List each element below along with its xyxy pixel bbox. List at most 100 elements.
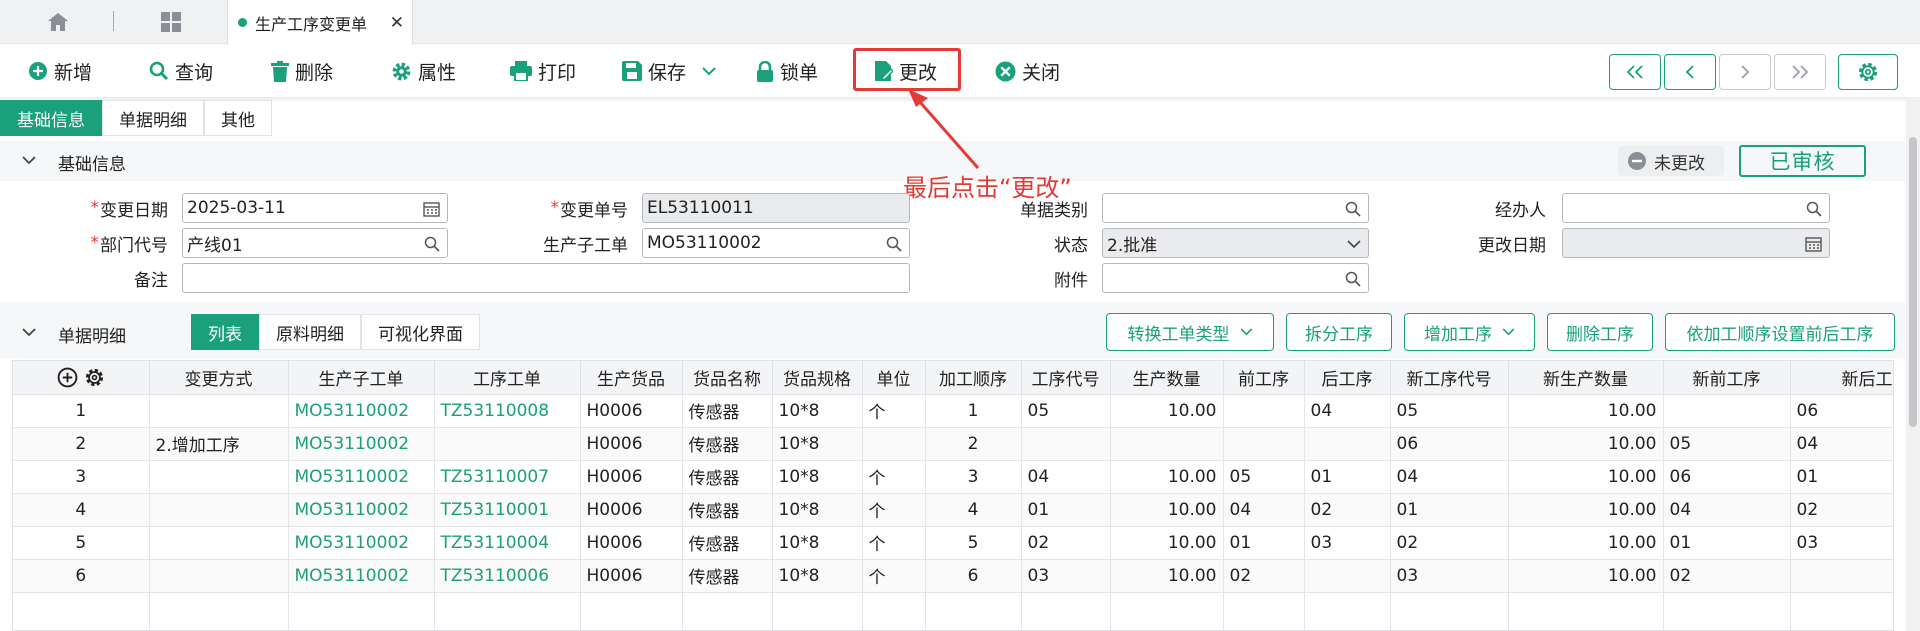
column-header[interactable]: 生产货品	[580, 361, 683, 395]
handler-field[interactable]	[1562, 193, 1830, 223]
cell-no: 5	[13, 526, 150, 560]
column-header[interactable]: 新前工序	[1663, 361, 1791, 395]
cell-proc-order[interactable]: TZ53110001	[434, 493, 581, 527]
cell-proc-order[interactable]: TZ53110007	[434, 460, 581, 494]
column-header[interactable]: 工序工单	[434, 361, 581, 395]
remark-field[interactable]	[182, 263, 910, 293]
add-button[interactable]: 新增	[28, 55, 92, 87]
dept-code-field[interactable]: 产线01	[182, 228, 448, 258]
print-button[interactable]: 打印	[510, 55, 576, 87]
split-process-button[interactable]: 拆分工序	[1286, 313, 1392, 351]
column-header[interactable]: 货品规格	[772, 361, 863, 395]
sub-order-field[interactable]: MO53110002	[642, 228, 910, 258]
table-row[interactable]: 4 MO53110002 TZ53110001 H0006 传感器 10*8 个 4 01 10.…	[13, 493, 1893, 527]
close-tab-icon[interactable]: ✕	[390, 13, 404, 33]
cell-name: 传感器	[682, 526, 773, 560]
first-record-button[interactable]	[1609, 54, 1661, 90]
cell-sub-order[interactable]: MO53110002	[288, 526, 435, 560]
cell-new-next: 06	[1790, 394, 1893, 428]
attachment-field[interactable]	[1102, 263, 1369, 293]
cell-sub-order[interactable]: MO53110002	[288, 559, 435, 593]
trash-icon	[271, 60, 289, 82]
settings-button[interactable]	[1838, 54, 1898, 90]
delete-process-button[interactable]: 删除工序	[1547, 313, 1653, 351]
cell-mode	[149, 559, 289, 593]
column-header[interactable]: 生产子工单	[288, 361, 435, 395]
apps-button[interactable]	[143, 6, 199, 38]
column-header[interactable]: 前工序	[1223, 361, 1305, 395]
cell-sub-order[interactable]: MO53110002	[288, 427, 435, 461]
change-no-field[interactable]: EL53110011	[642, 193, 910, 223]
search-icon[interactable]	[1806, 201, 1822, 217]
search-icon[interactable]	[1345, 201, 1361, 217]
column-settings-icon[interactable]	[84, 367, 105, 388]
lock-button[interactable]: 锁单	[756, 55, 818, 87]
last-record-button[interactable]	[1774, 54, 1826, 90]
search-icon[interactable]	[886, 236, 902, 252]
tab-visual[interactable]: 可视化界面	[361, 314, 480, 350]
handler-label: 经办人	[1495, 200, 1546, 221]
table-row[interactable]: 1 MO53110002 TZ53110008 H0006 传感器 10*8 个 1 05 10.…	[13, 394, 1893, 428]
column-header[interactable]: 后工序	[1304, 361, 1391, 395]
document-tab[interactable]: 生产工序变更单 ✕	[227, 0, 413, 45]
change-date-field[interactable]: 2025-03-11	[182, 193, 448, 223]
calendar-icon[interactable]	[423, 201, 440, 217]
prev-record-button[interactable]	[1664, 54, 1716, 90]
status-select[interactable]: 2.批准	[1102, 228, 1369, 258]
column-header[interactable]: 货品名称	[682, 361, 773, 395]
tab-list[interactable]: 列表	[191, 314, 259, 350]
tab-other[interactable]: 其他	[204, 100, 272, 136]
cell-spec: 10*8	[772, 493, 863, 527]
column-header[interactable]: 变更方式	[149, 361, 289, 395]
cell-sub-order[interactable]: MO53110002	[288, 394, 435, 428]
table-row[interactable]: 5 MO53110002 TZ53110004 H0006 传感器 10*8 个 5 02 10.…	[13, 526, 1893, 560]
cell-qty: 10.00	[1110, 526, 1224, 560]
table-row[interactable]: 3 MO53110002 TZ53110007 H0006 传感器 10*8 个 3 04 10.…	[13, 460, 1893, 494]
column-header[interactable]: 新后工	[1790, 361, 1893, 395]
column-header[interactable]: 加工顺序	[925, 361, 1022, 395]
cell-proc-order[interactable]	[434, 427, 581, 461]
table-row[interactable]: 6 MO53110002 TZ53110006 H0006 传感器 10*8 个 6 03 10.…	[13, 559, 1893, 593]
add-row-icon[interactable]	[57, 367, 78, 388]
chevron-down-icon[interactable]	[22, 156, 36, 165]
cell-sub-order[interactable]: MO53110002	[288, 493, 435, 527]
next-record-button[interactable]	[1719, 54, 1771, 90]
cell-proc-order[interactable]: TZ53110006	[434, 559, 581, 593]
modify-date-field[interactable]	[1562, 228, 1830, 258]
add-process-button[interactable]: 增加工序	[1404, 313, 1535, 351]
column-header[interactable]: 单位	[862, 361, 926, 395]
column-header[interactable]: 生产数量	[1110, 361, 1224, 395]
tab-document-detail[interactable]: 单据明细	[102, 100, 204, 136]
save-button[interactable]: 保存	[622, 55, 716, 87]
dept-code-label: * 部门代号	[90, 233, 169, 256]
page-scrollbar[interactable]	[1906, 97, 1920, 631]
close-button[interactable]: 关闭	[995, 55, 1060, 87]
save-label: 保存	[648, 61, 687, 84]
column-header[interactable]: 新工序代号	[1390, 361, 1509, 395]
scrollbar-thumb[interactable]	[1909, 137, 1917, 427]
doc-type-field[interactable]	[1102, 193, 1369, 223]
cell-proc-order[interactable]: TZ53110004	[434, 526, 581, 560]
column-header[interactable]: 新生产数量	[1508, 361, 1664, 395]
delete-button[interactable]: 删除	[271, 55, 333, 87]
tab-material-detail[interactable]: 原料明细	[259, 314, 361, 350]
cell-new-code: 03	[1390, 559, 1509, 593]
tab-separator	[113, 11, 114, 31]
search-icon[interactable]	[1345, 271, 1361, 287]
chevron-down-icon[interactable]	[1347, 240, 1361, 249]
cell-proc-order[interactable]: TZ53110008	[434, 394, 581, 428]
convert-order-type-button[interactable]: 转换工单类型	[1106, 313, 1274, 351]
cell-sub-order[interactable]: MO53110002	[288, 460, 435, 494]
tab-basic-info[interactable]: 基础信息	[0, 100, 102, 136]
cell-name: 传感器	[682, 559, 773, 593]
query-button[interactable]: 查询	[149, 55, 213, 87]
chevron-down-icon[interactable]	[702, 66, 716, 76]
chevron-down-icon[interactable]	[22, 328, 36, 337]
properties-button[interactable]: 属性	[391, 55, 456, 87]
search-icon[interactable]	[424, 236, 440, 252]
home-button[interactable]	[30, 6, 86, 38]
column-header[interactable]: 工序代号	[1021, 361, 1111, 395]
calendar-icon[interactable]	[1805, 236, 1822, 252]
table-row[interactable]: 2 2.增加工序 MO53110002 H0006 传感器 10*8 2 06 10.00 05 0…	[13, 427, 1893, 461]
set-process-order-button[interactable]: 依加工顺序设置前后工序	[1665, 313, 1895, 351]
